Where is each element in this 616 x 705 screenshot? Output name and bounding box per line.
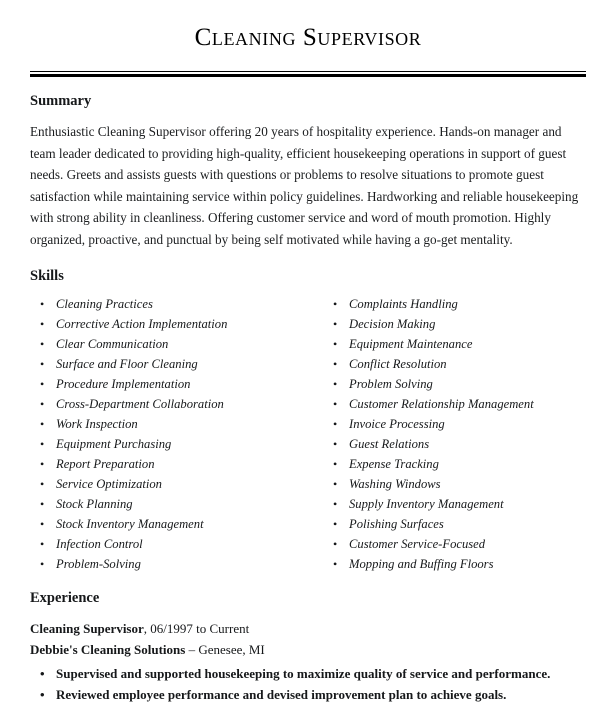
skill-item: Stock Inventory Management	[30, 514, 308, 534]
job-duty-item: Reviewed employee performance and devise…	[30, 684, 586, 705]
skill-item: Equipment Maintenance	[323, 334, 586, 354]
skill-item: Decision Making	[323, 314, 586, 334]
skill-item: Service Optimization	[30, 474, 308, 494]
summary-section: Summary Enthusiastic Cleaning Supervisor…	[30, 93, 586, 251]
skill-item: Conflict Resolution	[323, 354, 586, 374]
experience-heading: Experience	[30, 590, 100, 607]
skill-item: Supply Inventory Management	[323, 494, 586, 514]
skill-item: Corrective Action Implementation	[30, 314, 308, 334]
skills-heading: Skills	[30, 267, 64, 284]
skill-item: Polishing Surfaces	[323, 514, 586, 534]
skill-item: Invoice Processing	[323, 414, 586, 434]
skill-item: Infection Control	[30, 534, 308, 554]
job-duty-item: Supervised and supported housekeeping to…	[30, 663, 586, 684]
skill-item: Problem-Solving	[30, 554, 308, 574]
skill-item: Report Preparation	[30, 454, 308, 474]
job-company-line: Debbie's Cleaning Solutions – Genesee, M…	[30, 639, 586, 660]
skills-columns: Cleaning PracticesCorrective Action Impl…	[30, 285, 586, 574]
skill-item: Surface and Floor Cleaning	[30, 354, 308, 374]
skill-item: Cross-Department Collaboration	[30, 394, 308, 414]
skill-item: Complaints Handling	[323, 294, 586, 314]
skill-item: Problem Solving	[323, 374, 586, 394]
skills-list-right: Complaints HandlingDecision MakingEquipm…	[323, 294, 586, 574]
resume-page: Cleaning Supervisor Summary Enthusiastic…	[0, 0, 616, 705]
skill-item: Expense Tracking	[323, 454, 586, 474]
skill-item: Work Inspection	[30, 414, 308, 434]
experience-section: Experience Cleaning Supervisor, 06/1997 …	[30, 590, 586, 704]
skill-item: Stock Planning	[30, 494, 308, 514]
job-title: Cleaning Supervisor	[30, 620, 144, 636]
skills-column-right: Complaints HandlingDecision MakingEquipm…	[308, 294, 586, 574]
summary-text: Enthusiastic Cleaning Supervisor offerin…	[30, 123, 579, 248]
experience-entry: Cleaning Supervisor, 06/1997 to Current D…	[30, 608, 586, 705]
experience-jobs: Cleaning Supervisor, 06/1997 to Current D…	[30, 608, 586, 705]
job-location: – Genesee, MI	[185, 641, 265, 657]
skill-item: Equipment Purchasing	[30, 434, 308, 454]
skill-item: Customer Relationship Management	[323, 394, 586, 414]
skill-item: Customer Service-Focused	[323, 534, 586, 554]
skills-column-left: Cleaning PracticesCorrective Action Impl…	[30, 294, 308, 574]
skill-item: Procedure Implementation	[30, 374, 308, 394]
skills-section: Skills Cleaning PracticesCorrective Acti…	[30, 268, 586, 574]
page-title: Cleaning Supervisor	[194, 24, 422, 51]
job-dates: , 06/1997 to Current	[143, 620, 250, 636]
skill-item: Clear Communication	[30, 334, 308, 354]
summary-heading: Summary	[30, 92, 92, 109]
skill-item: Guest Relations	[323, 434, 586, 454]
job-duty-list: Supervised and supported housekeeping to…	[30, 660, 586, 705]
skill-item: Mopping and Buffing Floors	[323, 554, 586, 574]
skills-list-left: Cleaning PracticesCorrective Action Impl…	[30, 294, 308, 574]
job-company: Debbie's Cleaning Solutions	[30, 641, 186, 657]
skill-item: Washing Windows	[323, 474, 586, 494]
skill-item: Cleaning Practices	[30, 294, 308, 314]
header-divider	[30, 70, 586, 77]
job-title-line: Cleaning Supervisor, 06/1997 to Current	[30, 618, 586, 639]
